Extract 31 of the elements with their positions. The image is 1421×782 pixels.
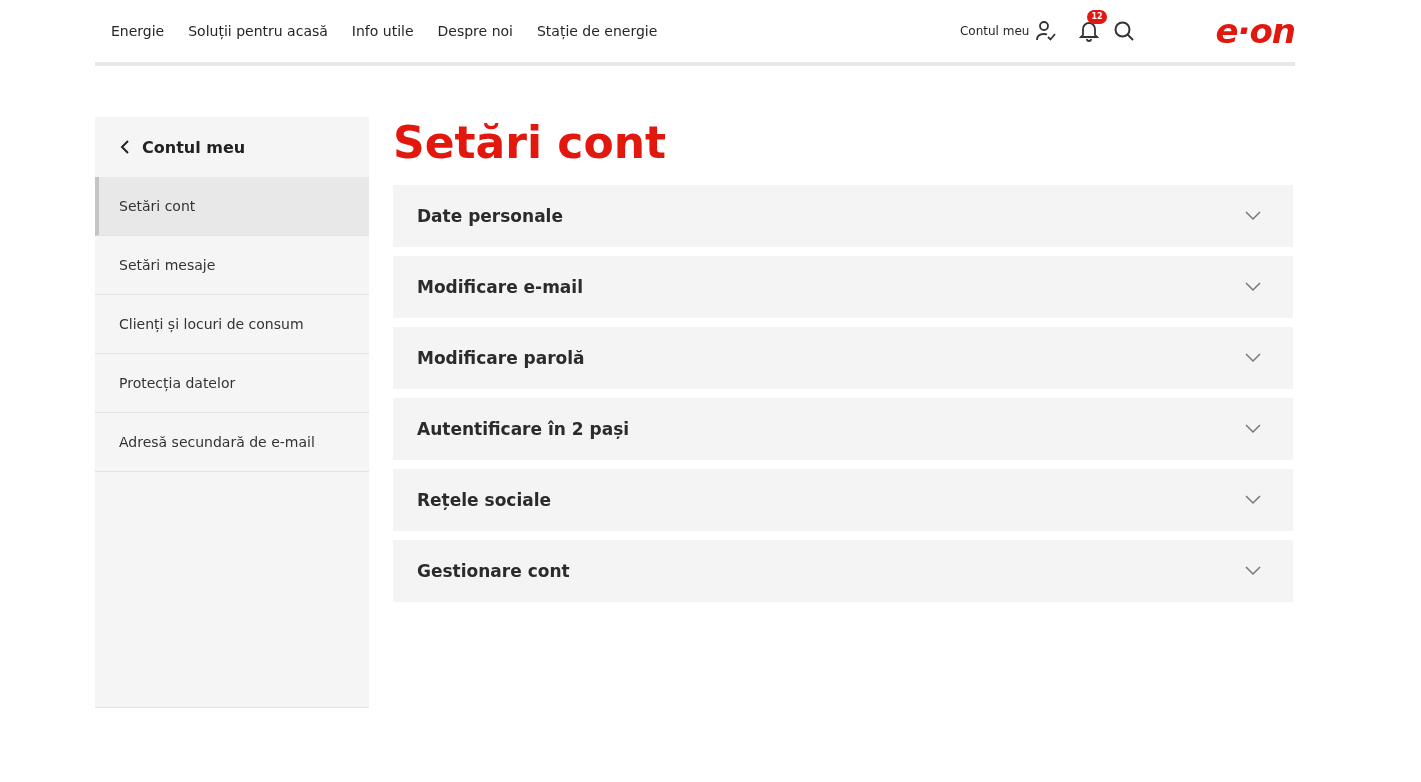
accordion-header[interactable]: Modificare parolă xyxy=(393,327,1293,389)
accordion-header[interactable]: Date personale xyxy=(393,185,1293,247)
nav-link[interactable]: Despre noi xyxy=(437,23,513,39)
sidebar-item[interactable]: Clienți și locuri de consum xyxy=(95,295,369,354)
chevron-left-icon xyxy=(120,140,130,154)
chevron-down-icon xyxy=(1245,566,1261,576)
nav-link[interactable]: Soluții pentru acasă xyxy=(188,23,328,39)
accordion-header[interactable]: Modificare e-mail xyxy=(393,256,1293,318)
sidebar-item[interactable]: Protecția datelor xyxy=(95,354,369,413)
sidebar-item[interactable]: Adresă secundară de e-mail xyxy=(95,413,369,472)
chevron-down-icon xyxy=(1245,211,1261,221)
accordion-header[interactable]: Rețele sociale xyxy=(393,469,1293,531)
notification-badge: 12 xyxy=(1087,10,1107,24)
sidebar-item[interactable]: Setări mesaje xyxy=(95,236,369,295)
chevron-down-icon xyxy=(1245,424,1261,434)
nav-link[interactable]: Energie xyxy=(111,23,165,39)
sidebar-item[interactable]: Setări cont xyxy=(95,177,369,236)
bell-icon[interactable] xyxy=(1079,20,1100,42)
logo[interactable]: e·on xyxy=(1215,14,1295,48)
accordion-header[interactable]: Autentificare în 2 pași xyxy=(393,398,1293,460)
search-icon[interactable] xyxy=(1113,20,1136,42)
page-title: Setări cont xyxy=(393,117,668,169)
chevron-down-icon xyxy=(1245,282,1261,292)
chevron-down-icon xyxy=(1245,353,1261,363)
chevron-down-icon xyxy=(1245,495,1261,505)
nav-link[interactable]: Info utile xyxy=(351,23,414,39)
accordion-header[interactable]: Gestionare cont xyxy=(393,540,1293,602)
nav-link[interactable]: Stație de energie xyxy=(536,23,658,39)
account-link[interactable]: Contul meu xyxy=(960,24,1030,38)
back-link[interactable]: Contul meu xyxy=(95,117,369,177)
user-check-icon[interactable] xyxy=(1035,20,1058,42)
